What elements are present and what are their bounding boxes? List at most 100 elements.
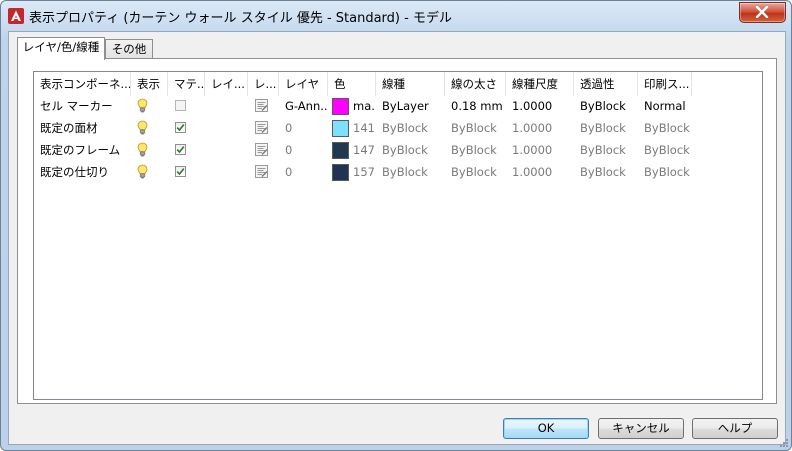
lineweight-cell[interactable]: ByBlock xyxy=(445,161,506,183)
table-row[interactable]: 既定の仕切り 0 157 ByBlock ByBlock 1.0000 ByBl… xyxy=(34,161,762,183)
column-header-color[interactable]: 色 xyxy=(328,72,376,96)
color-label: ma... xyxy=(353,99,376,113)
linetype-cell[interactable]: ByBlock xyxy=(376,117,445,139)
material-checkbox[interactable] xyxy=(168,161,205,183)
checkbox-checked[interactable] xyxy=(175,166,186,177)
column-header-lineweight[interactable]: 線の太さ xyxy=(445,72,506,96)
table-row[interactable]: 既定の面材 0 141 ByBlock ByBlock 1.0000 ByBlo… xyxy=(34,117,762,139)
tab-label: レイヤ/色/線種 xyxy=(22,40,100,54)
help-button[interactable]: ヘルプ xyxy=(692,418,778,439)
layer-override-cell[interactable] xyxy=(248,95,279,117)
column-header-layer[interactable]: レイヤ xyxy=(279,72,328,96)
visibility-toggle[interactable] xyxy=(131,139,168,161)
color-cell[interactable]: ma... xyxy=(328,95,376,117)
document-icon xyxy=(255,143,268,156)
lightbulb-icon xyxy=(137,164,148,179)
color-swatch xyxy=(332,98,349,115)
linetype-cell[interactable]: ByBlock xyxy=(376,139,445,161)
document-icon xyxy=(255,121,268,134)
column-header-plot-style[interactable]: 印刷ス... xyxy=(638,72,692,96)
lightbulb-icon xyxy=(137,142,148,157)
visibility-toggle[interactable] xyxy=(131,95,168,117)
color-swatch xyxy=(332,142,349,159)
lineweight-cell[interactable]: ByBlock xyxy=(445,139,506,161)
document-icon xyxy=(255,165,268,178)
transparency-cell[interactable]: ByBlock xyxy=(574,139,638,161)
linetype-scale-cell[interactable]: 1.0000 xyxy=(506,161,574,183)
grid-header: 表示コンポーネ... 表示 マテ... レイ... レ... レイヤ 色 線種 … xyxy=(34,72,762,96)
layer-cell[interactable]: 0 xyxy=(279,117,328,139)
column-header-linetype[interactable]: 線種 xyxy=(376,72,445,96)
tab-other[interactable]: その他 xyxy=(105,39,153,59)
lineweight-cell[interactable]: 0.18 mm xyxy=(445,95,506,117)
plot-style-cell[interactable]: ByBlock xyxy=(638,139,692,161)
checkmark-icon xyxy=(176,124,185,132)
display-components-grid[interactable]: 表示コンポーネ... 表示 マテ... レイ... レ... レイヤ 色 線種 … xyxy=(33,71,763,400)
linetype-scale-cell[interactable]: 1.0000 xyxy=(506,95,574,117)
window-title: 表示プロパティ (カーテン ウォール スタイル 優先 - Standard) -… xyxy=(29,11,452,26)
layer-cell[interactable]: 0 xyxy=(279,161,328,183)
tab-layer-color-linetype[interactable]: レイヤ/色/線種 xyxy=(17,37,105,60)
linetype-scale-cell[interactable]: 1.0000 xyxy=(506,117,574,139)
material-checkbox[interactable] xyxy=(168,95,205,117)
component-name: 既定の面材 xyxy=(40,121,98,135)
table-row[interactable]: 既定のフレーム 0 147 ByBlock ByBlock 1.0000 ByB… xyxy=(34,139,762,161)
lightbulb-icon xyxy=(137,98,148,113)
lineweight-cell[interactable]: ByBlock xyxy=(445,117,506,139)
dialog-client-area: レイヤ/色/線種 その他 表示コンポーネ... 表示 マテ... レイ... レ… xyxy=(8,31,786,445)
close-button[interactable] xyxy=(739,2,786,23)
layer-override-cell[interactable] xyxy=(248,139,279,161)
column-header-component[interactable]: 表示コンポーネ... xyxy=(34,72,131,96)
transparency-cell[interactable]: ByBlock xyxy=(574,95,638,117)
column-header-transparency[interactable]: 透過性 xyxy=(574,72,638,96)
resize-grip-icon[interactable] xyxy=(779,438,789,448)
color-cell[interactable]: 147 xyxy=(328,139,376,161)
layer-override-cell[interactable] xyxy=(248,161,279,183)
cancel-button[interactable]: キャンセル xyxy=(598,418,684,439)
layer-cell[interactable]: G-Ann... xyxy=(279,95,328,117)
linetype-cell[interactable]: ByBlock xyxy=(376,161,445,183)
dialog-window: 表示プロパティ (カーテン ウォール スタイル 優先 - Standard) -… xyxy=(0,0,792,451)
close-icon xyxy=(755,6,769,18)
color-cell[interactable]: 157 xyxy=(328,161,376,183)
lightbulb-icon xyxy=(137,120,148,135)
tab-panel: 表示コンポーネ... 表示 マテ... レイ... レ... レイヤ 色 線種 … xyxy=(17,58,777,404)
column-header-layer-key[interactable]: レイ... xyxy=(205,72,248,96)
component-name: セル マーカー xyxy=(40,99,113,113)
transparency-cell[interactable]: ByBlock xyxy=(574,161,638,183)
column-header-layer-override[interactable]: レ... xyxy=(248,72,279,96)
color-cell[interactable]: 141 xyxy=(328,117,376,139)
autocad-a-icon xyxy=(8,8,24,24)
checkbox-checked[interactable] xyxy=(175,144,186,155)
material-checkbox[interactable] xyxy=(168,117,205,139)
column-header-material[interactable]: マテ... xyxy=(168,72,205,96)
checkmark-icon xyxy=(176,146,185,154)
layer-override-cell[interactable] xyxy=(248,117,279,139)
checkbox-disabled[interactable] xyxy=(175,100,186,111)
plot-style-cell[interactable]: Normal xyxy=(638,95,692,117)
column-header-visible[interactable]: 表示 xyxy=(131,72,168,96)
table-row[interactable]: セル マーカー G-Ann... ma. ByLayer 0.18 mm 1.0… xyxy=(34,95,762,117)
tab-label: その他 xyxy=(111,42,147,56)
transparency-cell[interactable]: ByBlock xyxy=(574,117,638,139)
color-label: 141 xyxy=(353,121,375,135)
layer-cell[interactable]: 0 xyxy=(279,139,328,161)
plot-style-cell[interactable]: ByBlock xyxy=(638,161,692,183)
checkbox-checked[interactable] xyxy=(175,122,186,133)
color-label: 147 xyxy=(353,143,375,157)
color-label: 157 xyxy=(353,165,375,179)
document-icon xyxy=(255,99,268,112)
ok-button[interactable]: OK xyxy=(503,418,589,439)
linetype-cell[interactable]: ByLayer xyxy=(376,95,445,117)
component-name: 既定の仕切り xyxy=(40,165,109,179)
plot-style-cell[interactable]: ByBlock xyxy=(638,117,692,139)
linetype-scale-cell[interactable]: 1.0000 xyxy=(506,139,574,161)
component-name: 既定のフレーム xyxy=(40,143,121,157)
color-swatch xyxy=(332,120,349,137)
title-bar[interactable]: 表示プロパティ (カーテン ウォール スタイル 優先 - Standard) -… xyxy=(1,1,791,29)
material-checkbox[interactable] xyxy=(168,139,205,161)
column-header-linetype-scale[interactable]: 線種尺度 xyxy=(506,72,574,96)
visibility-toggle[interactable] xyxy=(131,161,168,183)
checkmark-icon xyxy=(176,168,185,176)
visibility-toggle[interactable] xyxy=(131,117,168,139)
